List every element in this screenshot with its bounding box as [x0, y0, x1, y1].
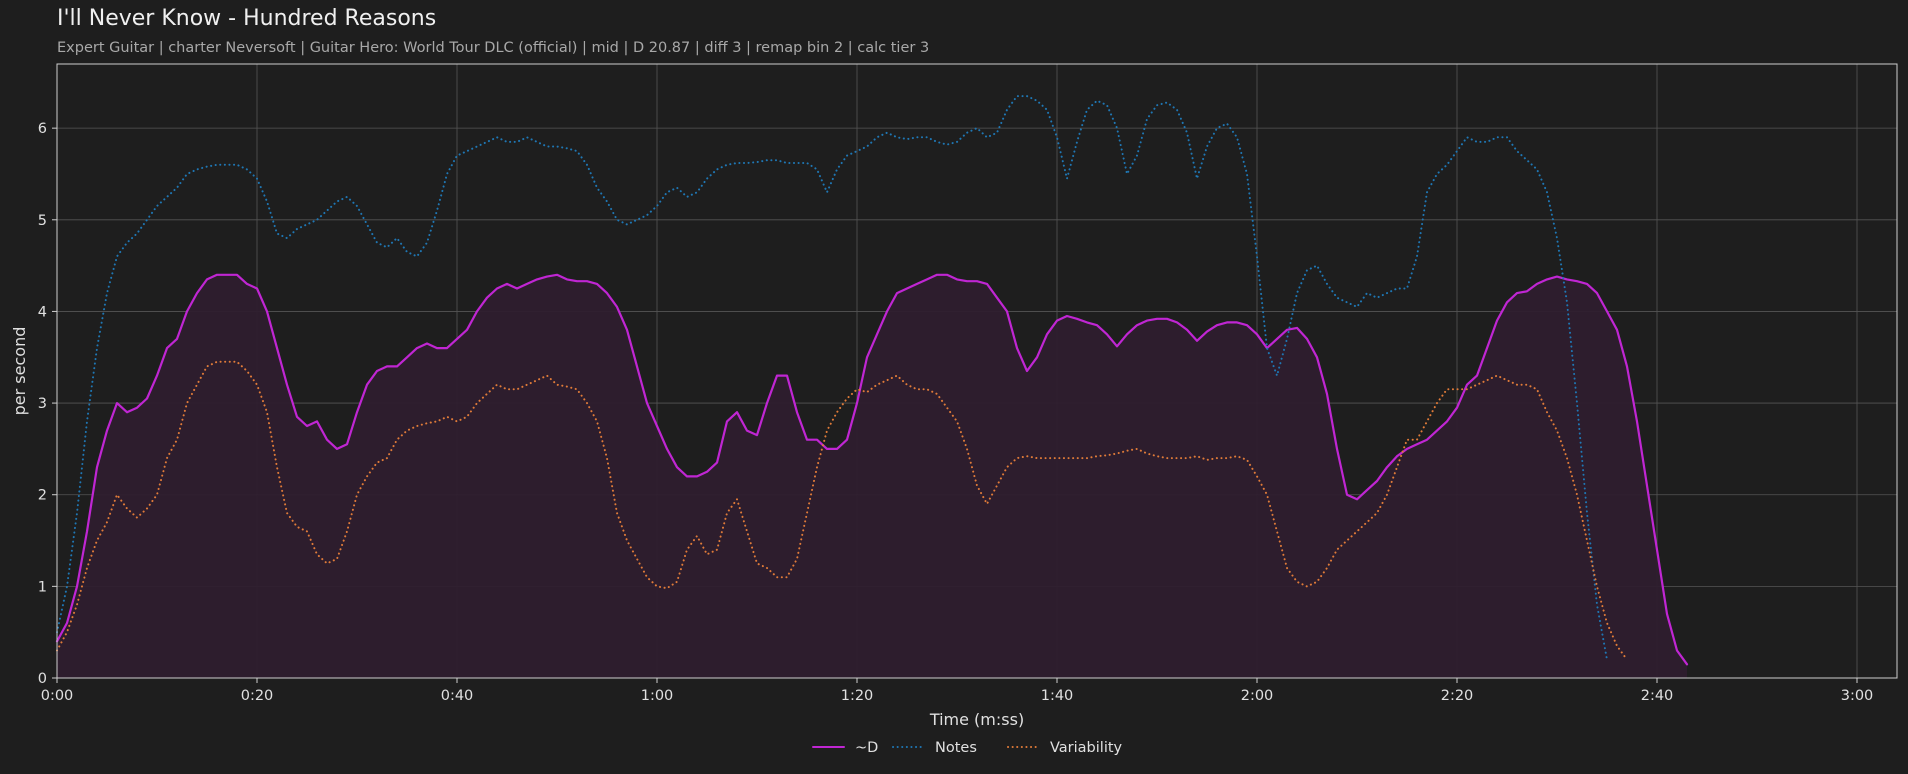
- x-tick-label: 0:00: [41, 688, 74, 704]
- legend-label: ~D: [855, 740, 878, 756]
- legend-label: Variability: [1050, 740, 1123, 756]
- x-tick-label: 1:20: [841, 688, 874, 704]
- y-axis-ticks: 0 1 2 3 4 5 6: [38, 121, 57, 687]
- y-tick-label: 6: [38, 121, 47, 137]
- legend: ~D Notes Variability: [812, 740, 1123, 756]
- y-tick-label: 3: [38, 396, 47, 412]
- x-tick-label: 0:40: [441, 688, 474, 704]
- series-fill: [57, 274, 1687, 678]
- y-tick-label: 5: [38, 213, 47, 229]
- y-tick-label: 4: [38, 304, 47, 320]
- legend-label: Notes: [935, 740, 977, 756]
- line-chart: 0:00 0:20 0:40 1:00 1:20 1:40 2:00 2:20 2:40 3:00…: [10, 63, 1898, 756]
- y-tick-label: 0: [38, 671, 47, 687]
- y-tick-label: 2: [38, 488, 47, 504]
- area-fills: [57, 274, 1687, 678]
- y-axis-label: per second: [10, 327, 29, 416]
- x-tick-label: 0:20: [241, 688, 274, 704]
- x-axis-ticks: 0:00 0:20 0:40 1:00 1:20 1:40 2:00 2:20 2:40 3:00: [41, 678, 1874, 704]
- x-axis-label: Time (m:ss): [929, 710, 1024, 729]
- y-tick-label: 1: [38, 579, 47, 595]
- x-tick-label: 2:00: [1241, 688, 1274, 704]
- x-tick-label: 2:40: [1641, 688, 1674, 704]
- x-tick-label: 1:40: [1041, 688, 1074, 704]
- x-tick-label: 3:00: [1841, 688, 1874, 704]
- x-tick-label: 2:20: [1441, 688, 1474, 704]
- x-tick-label: 1:00: [641, 688, 674, 704]
